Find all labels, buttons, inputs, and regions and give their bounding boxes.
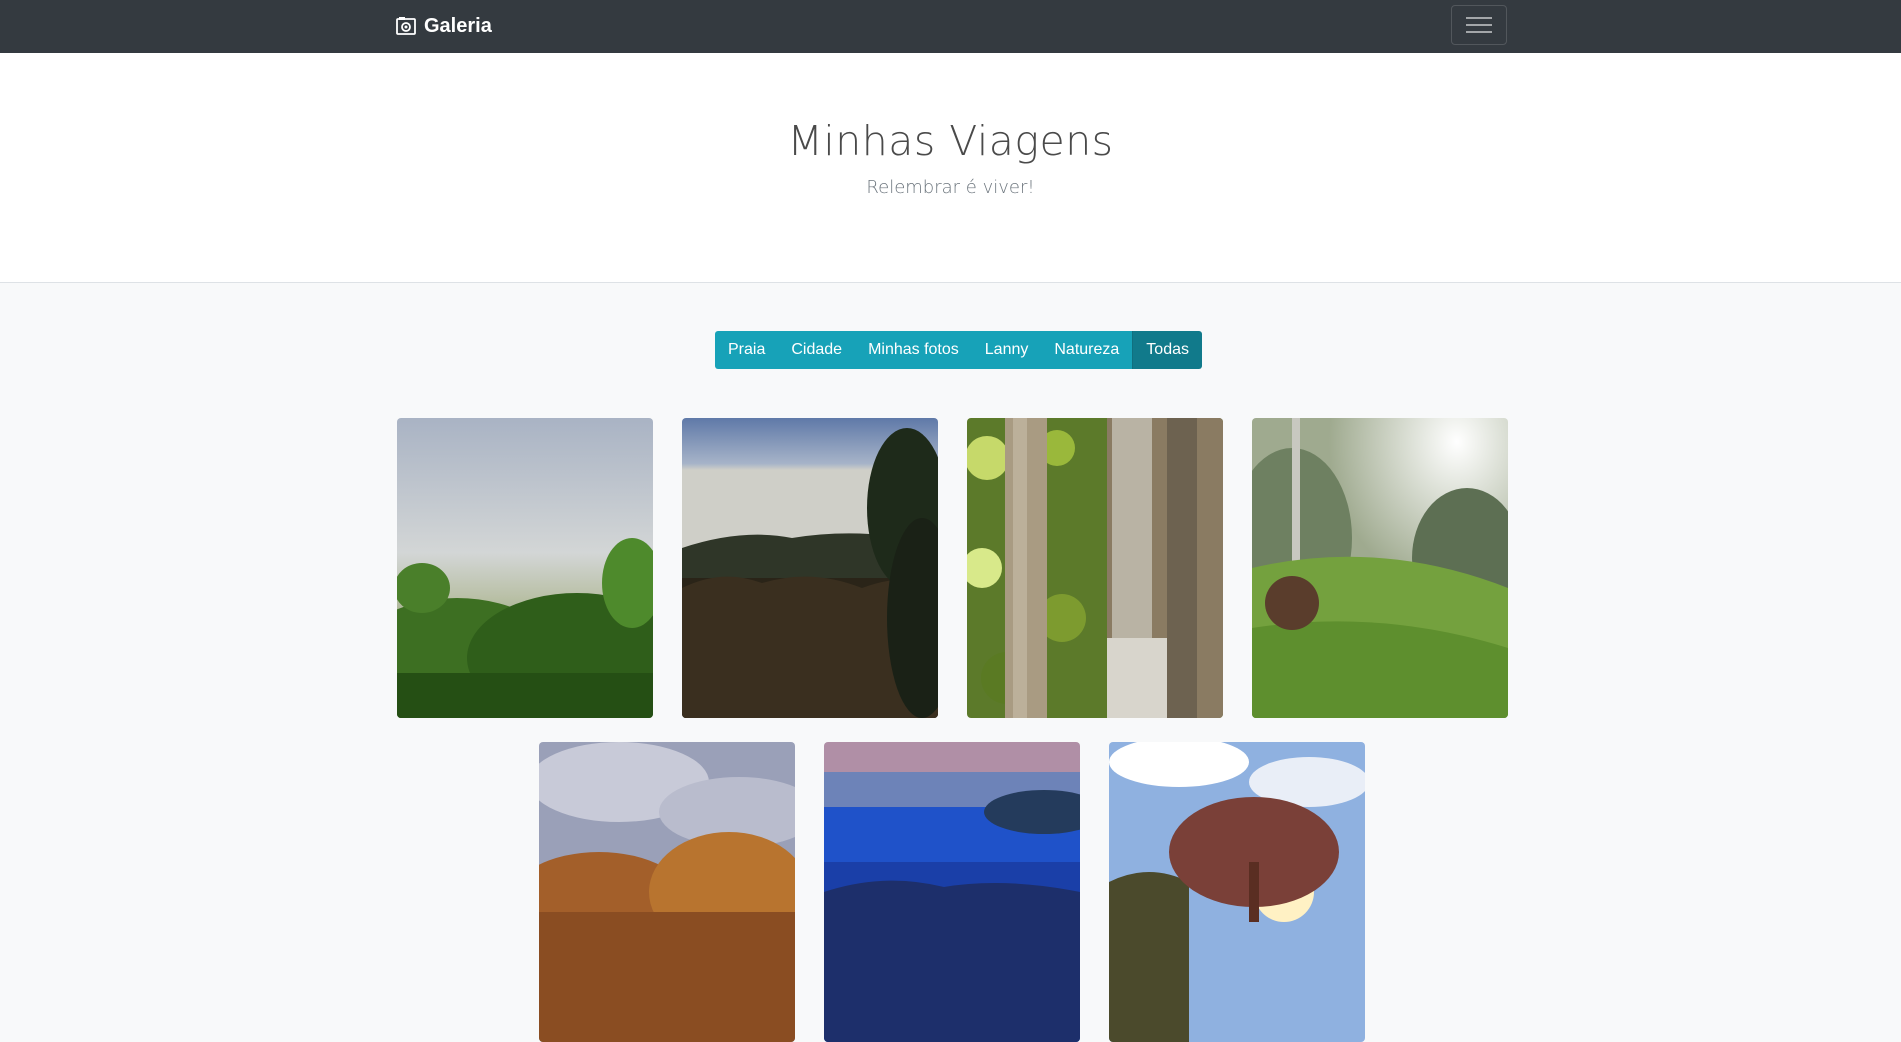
filter-button-group: Praia Cidade Minhas fotos Lanny Natureza… bbox=[715, 331, 1202, 369]
gallery-photo[interactable] bbox=[967, 418, 1223, 718]
misty-clearing-image bbox=[1252, 418, 1508, 718]
gallery-photo[interactable] bbox=[824, 742, 1080, 1042]
hero-section: Minhas Viagens Relembrar é viver! bbox=[0, 53, 1901, 283]
tree-trunks-image bbox=[967, 418, 1223, 718]
hamburger-menu-icon bbox=[1466, 17, 1492, 33]
foggy-forest-image bbox=[397, 418, 653, 718]
filter-button-lanny[interactable]: Lanny bbox=[971, 331, 1042, 369]
filter-button-todas[interactable]: Todas bbox=[1132, 331, 1202, 369]
mountain-dusk-image bbox=[682, 418, 938, 718]
gallery-photo[interactable] bbox=[682, 418, 938, 718]
brand-label: Galeria bbox=[424, 14, 492, 37]
page-title: Minhas Viagens bbox=[787, 117, 1114, 165]
filter-button-minhas-fotos[interactable]: Minhas fotos bbox=[855, 331, 972, 369]
gallery-photo[interactable] bbox=[1109, 742, 1365, 1042]
camera-icon bbox=[396, 17, 416, 35]
gallery-photo[interactable] bbox=[539, 742, 795, 1042]
filter-button-cidade[interactable]: Cidade bbox=[778, 331, 856, 369]
filter-button-natureza[interactable]: Natureza bbox=[1041, 331, 1133, 369]
blue-lake-image bbox=[824, 742, 1080, 1042]
brand-link[interactable]: Galeria bbox=[396, 13, 492, 39]
navbar: Galeria bbox=[0, 0, 1901, 53]
navbar-toggle-button[interactable] bbox=[1451, 5, 1507, 45]
filter-button-praia[interactable]: Praia bbox=[715, 331, 779, 369]
treetops-sky-image bbox=[539, 742, 795, 1042]
gallery-photo[interactable] bbox=[1252, 418, 1508, 718]
page-subtitle: Relembrar é viver! bbox=[866, 177, 1035, 198]
gallery-photo[interactable] bbox=[397, 418, 653, 718]
sunset-tree-image bbox=[1109, 742, 1365, 1042]
